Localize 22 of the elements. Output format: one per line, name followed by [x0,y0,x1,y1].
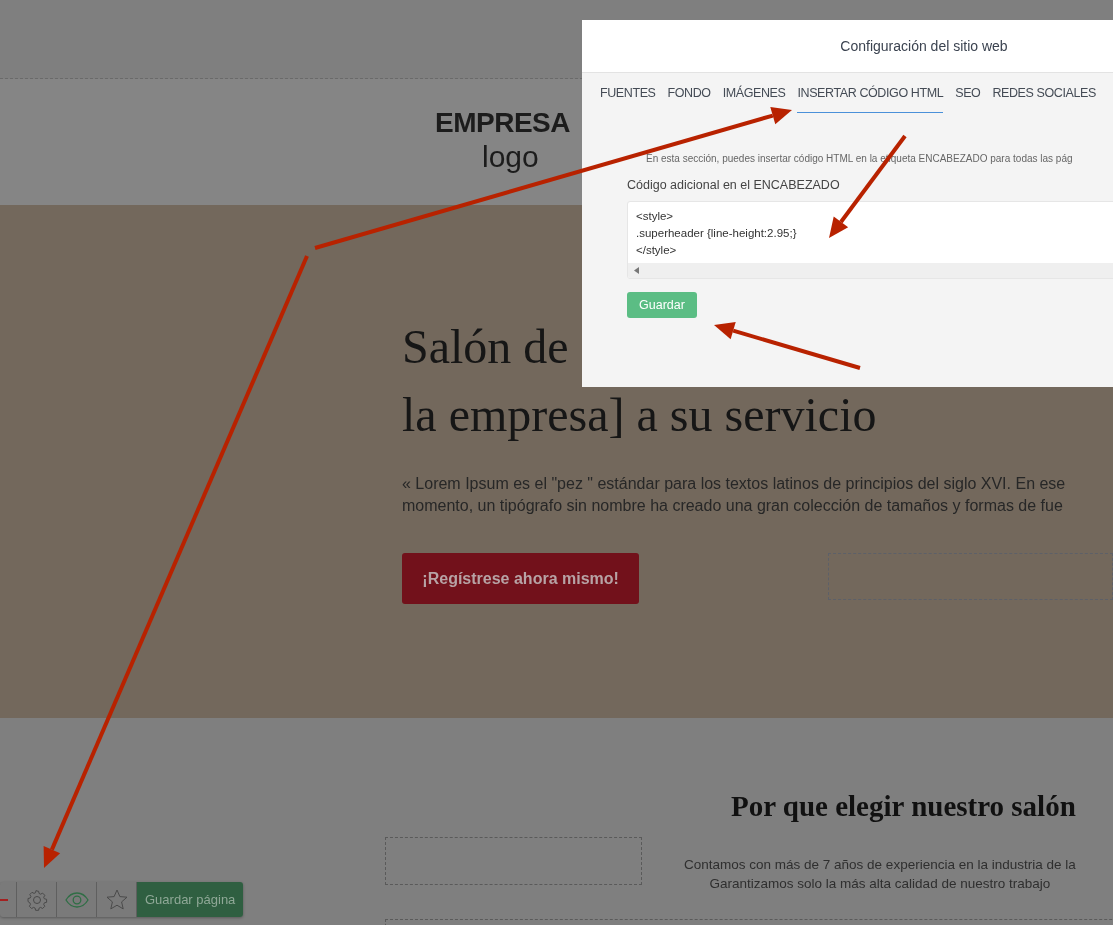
code-field[interactable]: <style> .superheader {line-height:2.95;} </style> [627,201,1113,279]
tab[interactable]: FONDO [667,86,711,113]
section-paragraph: Contamos con más de 7 años de experiencia en la industria de la Garantizamos solo la más alta calidad de nuestro trabajo [684,856,1076,893]
star-icon [104,887,129,912]
section-heading: Por que elegir nuestro salón [731,790,1077,823]
scroll-left-icon[interactable] [634,267,639,274]
logo-subtitle: logo [482,141,539,173]
toolbar-button[interactable] [0,882,17,917]
register-button[interactable]: ¡Regístrese ahora mismo! [402,553,640,604]
tab[interactable]: FUENTES [600,86,656,113]
tab[interactable]: REDES SOCIALES [992,86,1096,113]
tab[interactable]: INSERTAR CÓDIGO HTML [797,86,944,113]
hero-paragraph: « Lorem Ipsum es el "pez " estándar para los textos latinos de principios del siglo XVI. En ese momento, un tipógrafo sin nombre ha creado una gran colección de tamaños y formas de fue [402,474,1066,516]
settings-icon [24,887,49,912]
hero-title-line: la empresa] a su servicio [402,387,877,443]
dash-icon [0,898,8,901]
hero-title-line: Salón de [402,319,569,375]
logo-title: EMPRESA [435,106,570,140]
dialog-title: Configuración del sitio web [840,38,1008,54]
tab[interactable]: IMÁGENES [722,86,786,113]
field-label: Código adicional en el ENCABEZADO [627,178,841,192]
tab[interactable]: SEO [955,86,981,113]
